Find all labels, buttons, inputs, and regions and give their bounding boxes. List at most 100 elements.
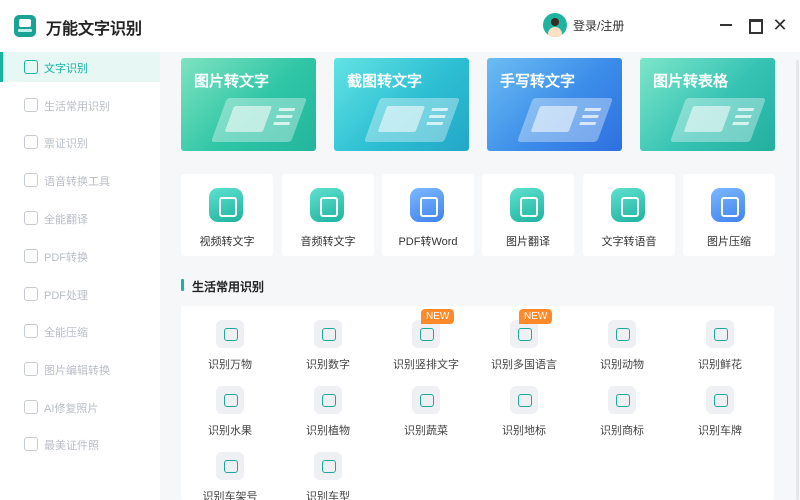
sidebar-item-pdf-process[interactable]: PDF处理: [0, 279, 160, 309]
image-icon: [24, 362, 38, 376]
grid-item-recognize-plant[interactable]: 识别植物: [279, 372, 377, 437]
grid-item-recognize-car-model[interactable]: 识别车型: [279, 438, 377, 500]
eye-icon: [216, 320, 244, 348]
banner-title: 图片转表格: [653, 73, 729, 90]
grid-item-recognize-vertical-text[interactable]: NEW 识别竖排文字: [377, 306, 475, 371]
banner-image-to-table[interactable]: 图片转表格: [640, 58, 775, 151]
ticket-icon: [24, 135, 38, 149]
fruit-icon: [216, 386, 244, 414]
multilang-icon: [510, 320, 538, 348]
grid-item-label: 识别蔬菜: [404, 425, 448, 437]
sidebar: 文字识别 生活常用识别 票证识别 语音转换工具 全能翻译 PDF转换 PDF处理…: [0, 52, 160, 500]
grid-item-label: 识别动物: [600, 359, 644, 371]
tool-label: 音频转文字: [300, 236, 356, 248]
landmark-icon: [510, 386, 538, 414]
tool-label: 视频转文字: [199, 236, 255, 248]
sidebar-item-ticket-recognition[interactable]: 票证识别: [0, 127, 160, 157]
grid-item-recognize-anything[interactable]: 识别万物: [181, 306, 279, 371]
tool-image-translate[interactable]: 图片翻译: [482, 174, 574, 256]
grid-item-recognize-fruit[interactable]: 识别水果: [181, 372, 279, 437]
flower-icon: [706, 320, 734, 348]
sidebar-item-label: 全能压缩: [44, 327, 88, 339]
banner-title: 截图转文字: [347, 73, 423, 90]
sidebar-item-label: AI修复照片: [44, 403, 99, 415]
grid-item-recognize-multilang[interactable]: NEW 识别多国语言: [475, 306, 573, 371]
sidebar-item-label: 语音转换工具: [44, 176, 110, 188]
section-title: 生活常用识别: [192, 280, 265, 294]
login-register-link[interactable]: 登录/注册: [573, 17, 624, 34]
document-illustration-icon: [210, 98, 308, 142]
tool-text-to-speech[interactable]: 文字转语音: [583, 174, 675, 256]
sidebar-item-label: PDF处理: [44, 290, 88, 302]
animal-icon: [608, 320, 636, 348]
grid-item-label: 识别水果: [208, 425, 252, 437]
text-to-speech-icon: [611, 188, 645, 222]
grid-item-label: 识别植物: [306, 425, 350, 437]
digits-icon: [314, 320, 342, 348]
grid-item-recognize-vin[interactable]: 识别车架号: [181, 438, 279, 500]
scan-icon: [24, 60, 38, 74]
tool-pdf-to-word[interactable]: PDF转Word: [382, 174, 474, 256]
grid-item-recognize-animal[interactable]: 识别动物: [573, 306, 671, 371]
grid-item-recognize-trademark[interactable]: 识别商标: [573, 372, 671, 437]
title-bar: 万能文字识别 登录/注册 ✕: [0, 0, 800, 52]
voice-icon: [24, 173, 38, 187]
tool-video-to-text[interactable]: 视频转文字: [181, 174, 273, 256]
plant-icon: [314, 386, 342, 414]
sidebar-item-life-recognition[interactable]: 生活常用识别: [0, 90, 160, 120]
sidebar-item-text-recognition[interactable]: 文字识别: [0, 52, 160, 82]
tool-label: 图片压缩: [707, 236, 751, 248]
grid-item-recognize-flower[interactable]: 识别鲜花: [671, 306, 769, 371]
compress-icon: [24, 324, 38, 338]
sidebar-item-id-photo[interactable]: 最美证件照: [0, 429, 160, 459]
section-accent-bar: [181, 279, 184, 291]
banner-handwriting-to-text[interactable]: 手写转文字: [487, 58, 622, 151]
image-translate-icon: [510, 188, 544, 222]
tool-label: 图片翻译: [506, 236, 550, 248]
sidebar-item-compress[interactable]: 全能压缩: [0, 316, 160, 346]
vertical-text-icon: [412, 320, 440, 348]
banner-title: 手写转文字: [500, 73, 576, 90]
sidebar-item-translate[interactable]: 全能翻译: [0, 203, 160, 233]
new-badge: NEW: [421, 309, 455, 324]
sidebar-item-label: 最美证件照: [44, 440, 99, 452]
banner-screenshot-to-text[interactable]: 截图转文字: [334, 58, 469, 151]
sidebar-item-label: PDF转换: [44, 252, 88, 264]
grid-item-label: 识别车型: [306, 491, 350, 500]
scan-icon: [24, 98, 38, 112]
banner-image-to-text[interactable]: 图片转文字: [181, 58, 316, 151]
pdf-icon: [24, 249, 38, 263]
tool-audio-to-text[interactable]: 音频转文字: [282, 174, 374, 256]
maximize-button[interactable]: [743, 14, 765, 36]
grid-item-recognize-car-plate[interactable]: 识别车牌: [671, 372, 769, 437]
sidebar-item-image-edit[interactable]: 图片编辑转换: [0, 354, 160, 384]
audio-icon: [310, 188, 344, 222]
sidebar-item-ai-restore[interactable]: AI修复照片: [0, 392, 160, 422]
sidebar-item-label: 文字识别: [44, 63, 88, 75]
tool-label: 文字转语音: [601, 236, 657, 248]
grid-item-label: 识别多国语言: [491, 359, 557, 371]
grid-item-recognize-landmark[interactable]: 识别地标: [475, 372, 573, 437]
image-compress-icon: [711, 188, 745, 222]
grid-item-label: 识别商标: [600, 425, 644, 437]
screenshot-illustration-icon: [363, 98, 461, 142]
close-button[interactable]: ✕: [769, 14, 791, 36]
sidebar-item-voice-tools[interactable]: 语音转换工具: [0, 165, 160, 195]
trademark-icon: [608, 386, 636, 414]
grid-item-recognize-vegetable[interactable]: 识别蔬菜: [377, 372, 475, 437]
pdf-icon: [24, 287, 38, 301]
grid-item-label: 识别车架号: [202, 491, 258, 500]
tool-label: PDF转Word: [398, 236, 458, 248]
user-avatar[interactable]: [543, 13, 567, 37]
scrollbar[interactable]: [796, 60, 799, 500]
minimize-button[interactable]: [715, 14, 737, 36]
sidebar-item-pdf-convert[interactable]: PDF转换: [0, 241, 160, 271]
banner-title: 图片转文字: [194, 73, 270, 90]
tool-image-compress[interactable]: 图片压缩: [683, 174, 775, 256]
app-title: 万能文字识别: [46, 21, 143, 38]
life-recognition-panel: 识别万物 识别数字 NEW 识别竖排文字 NEW 识别多国语言 识别动物 识别鲜…: [181, 306, 774, 500]
ai-icon: [24, 400, 38, 414]
grid-item-recognize-digits[interactable]: 识别数字: [279, 306, 377, 371]
car-plate-icon: [706, 386, 734, 414]
sidebar-item-label: 图片编辑转换: [44, 365, 110, 377]
